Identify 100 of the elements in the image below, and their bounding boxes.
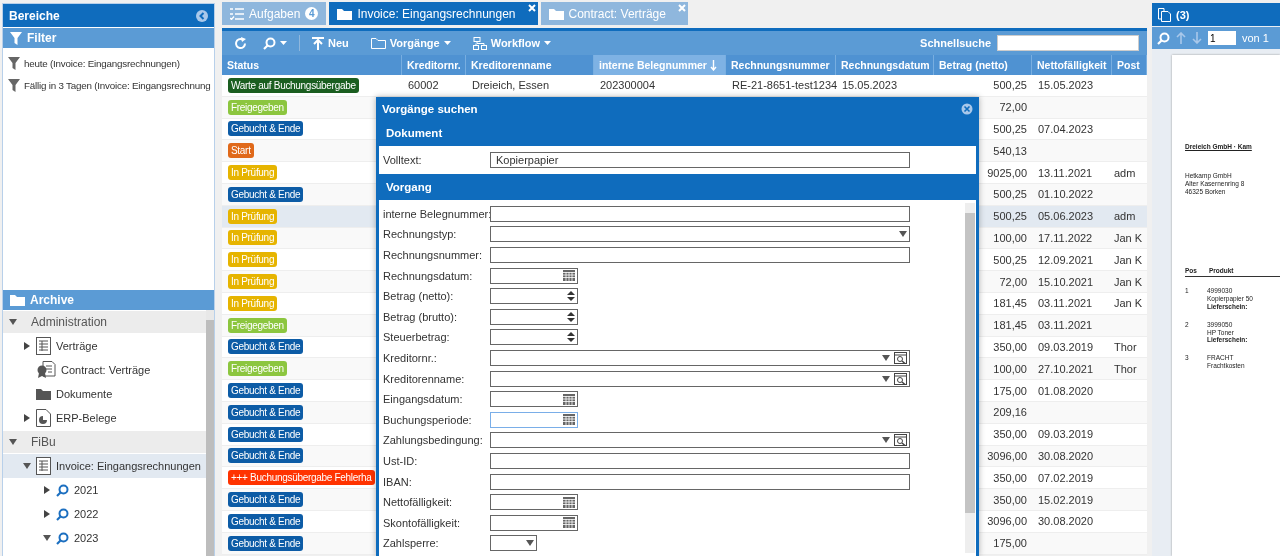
caret-right-icon[interactable] [24,414,30,422]
table-cell: 500,25 [993,123,1027,135]
table-cell: 540,13 [993,144,1027,157]
date-field[interactable] [490,267,578,284]
close-icon[interactable] [527,4,536,12]
tree-item[interactable]: ERP-Belege [3,406,206,430]
date-field[interactable] [490,514,578,531]
table-cell: 72,00 [999,101,1027,114]
caret-down-icon[interactable] [23,463,31,469]
table-cell: 9025,00 [987,166,1027,179]
table-cell: Dreieich, Essen [472,79,550,92]
section-title: Archive [30,293,75,307]
text-field[interactable] [490,247,910,264]
collapse-panel-icon[interactable] [196,9,208,22]
folder-icon [548,7,564,20]
tree-item[interactable]: Contract: Verträge [3,358,206,382]
caret-down-icon[interactable] [43,535,51,541]
caret-down-icon[interactable] [882,355,890,362]
spinner-icon[interactable] [567,290,575,303]
date-field[interactable] [490,391,578,408]
table-cell: 202300004 [600,79,656,92]
date-field[interactable] [490,411,578,428]
lookup-field[interactable] [490,350,910,367]
folder-icon [10,294,25,306]
page-field[interactable]: 1 [1208,31,1236,45]
tree-group[interactable]: Administration [3,311,206,333]
status-tag: Gebucht & Ende [228,535,304,551]
lookup-field[interactable] [490,432,910,449]
tree-item[interactable]: Dokumente [3,382,206,406]
calendar-icon[interactable] [563,393,575,405]
table-row[interactable]: Warte auf Buchungsübergabe 60002 Dreieich, Essen 202300004 RE-21-8651-test1234 15.05.2023 500,25 15.05.2023 [222,75,1147,97]
caret-down-icon[interactable] [526,540,534,547]
status-tag: In Prüfung [228,274,278,290]
tree-group-label: Administration [31,315,108,329]
caret-down-icon[interactable] [9,319,17,325]
table-cell: 07.02.2019 [1038,471,1094,484]
page-total: von 1 [1242,32,1269,44]
field-label: interne Belegnummer: [383,207,490,220]
date-field[interactable] [490,494,578,511]
table-cell: 07.04.2023 [1038,123,1094,135]
calendar-icon[interactable] [563,270,575,282]
field-label: Kreditornr.: [383,352,438,365]
lookup-icon[interactable] [894,434,907,447]
tree-group[interactable]: FiBu [3,431,206,453]
text-field[interactable] [490,453,910,469]
tree-item-label: Contract: Verträge [61,364,151,376]
tree-item[interactable]: Verträge [3,334,206,358]
table-cell: 09.03.2019 [1038,428,1094,441]
tree-item[interactable]: 2023 [3,526,206,550]
quick-search-field[interactable] [997,35,1139,51]
table-cell: RE-21-8651-test1234 [732,79,838,92]
select-field[interactable] [490,226,910,243]
status-tag: Gebucht & Ende [228,383,304,399]
lookup-icon[interactable] [894,372,907,385]
tree-item[interactable]: 2022 [3,502,206,526]
spinner-icon[interactable] [567,310,575,323]
tree-item[interactable]: 2021 [3,478,206,502]
table-cell: 175,00 [993,537,1027,550]
caret-right-icon[interactable] [24,342,30,350]
text-field[interactable] [490,473,910,490]
table-cell: 17.11.2022 [1038,231,1093,244]
filter-item[interactable]: Fällig in 3 Tagen (Invoice: Eingangsrechnung [3,74,214,96]
filter-icon [8,78,20,92]
filter-item[interactable]: heute (Invoice: Eingangsrechnungen) [3,52,214,74]
tree-item[interactable]: Invoice: Eingangsrechnungen [3,454,206,478]
calendar-icon[interactable] [563,496,575,508]
table-cell: 60002 [408,79,439,92]
scrollbar[interactable] [206,310,214,556]
flag-field[interactable] [490,535,537,552]
number-field[interactable] [490,308,578,325]
status-tag: In Prüfung [228,165,278,181]
number-field[interactable] [490,329,578,346]
table-cell: 27.10.2021 [1038,362,1094,375]
status-tag: +++ Buchungsübergabe Fehlerha [228,470,375,486]
search-icon [56,507,69,521]
calendar-icon[interactable] [563,517,575,529]
number-field[interactable] [490,288,578,305]
lookup-icon[interactable] [894,352,907,365]
lookup-field[interactable] [490,370,910,387]
tree-group-label: FiBu [31,435,56,449]
search-icon[interactable] [1157,31,1170,45]
status-tag: Gebucht & Ende [228,513,304,529]
caret-down-icon[interactable] [899,231,907,238]
table-cell: 03.11.2021 [1038,297,1093,310]
caret-down-icon[interactable] [9,439,17,445]
caret-down-icon[interactable] [882,375,890,382]
sort-arrow-icon [709,59,717,71]
scrollbar[interactable] [965,202,975,553]
tree-item-label: 2023 [74,532,99,544]
caret-right-icon[interactable] [44,510,50,518]
caret-right-icon[interactable] [44,486,50,494]
tree-item-label: 2022 [74,508,99,520]
calendar-icon[interactable] [563,414,575,426]
table-cell: 209,16 [993,406,1027,419]
text-field[interactable] [490,205,910,222]
tab[interactable]: Invoice: Eingangsrechnungen [329,2,538,25]
close-icon[interactable] [961,102,973,115]
spinner-icon[interactable] [567,331,575,344]
table-cell: 181,45 [993,297,1027,310]
text-field[interactable]: Kopierpapier [490,152,910,169]
